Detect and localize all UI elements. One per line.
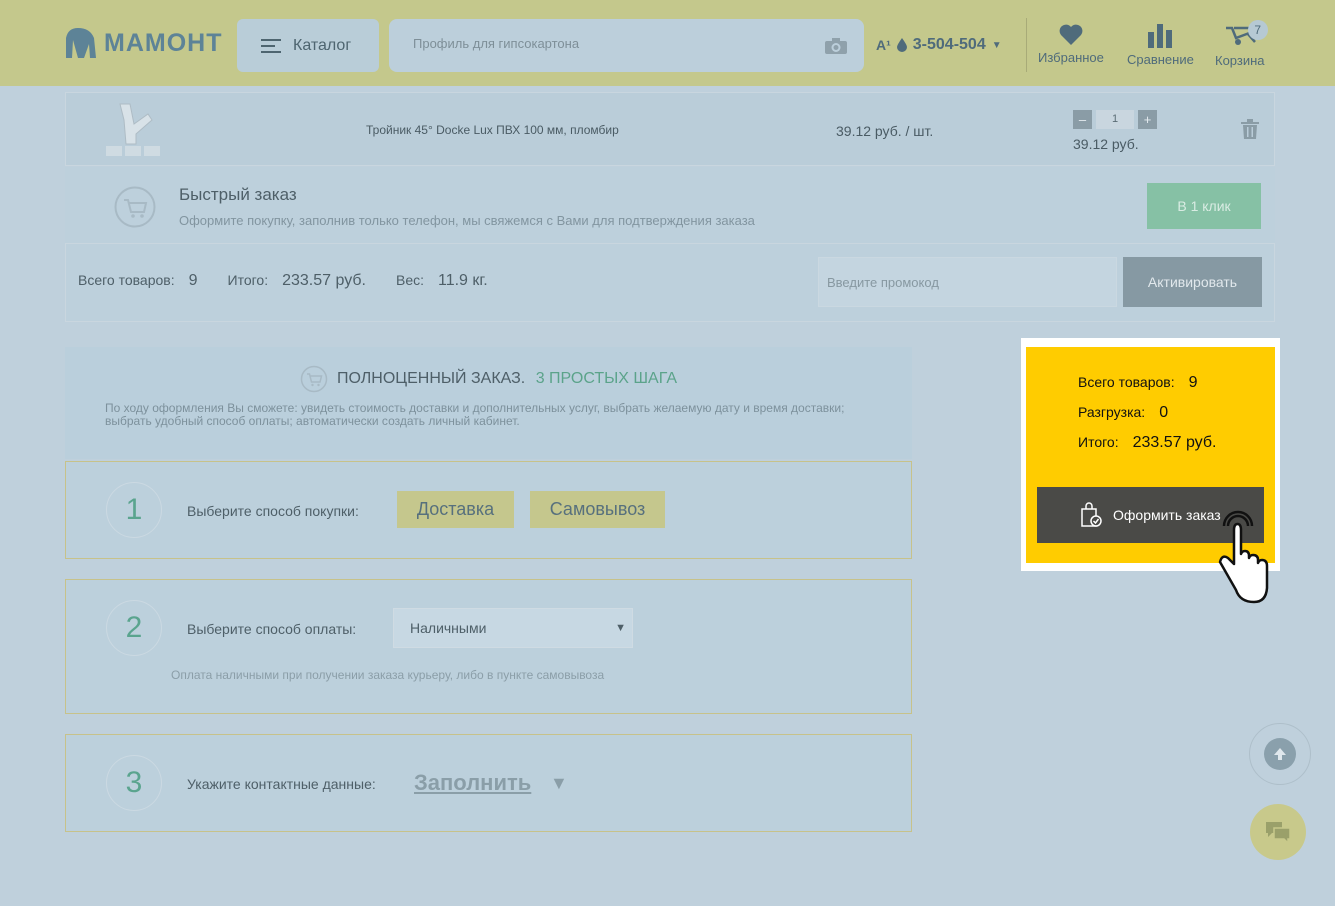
chevron-down-icon: ▼ bbox=[991, 39, 1002, 51]
mammoth-logo-icon bbox=[66, 28, 96, 58]
cart-label: Корзина bbox=[1215, 53, 1265, 68]
step-3-label: Укажите контактные данные: bbox=[187, 776, 376, 792]
catalog-button[interactable]: Каталог bbox=[237, 19, 379, 72]
quick-order-panel bbox=[65, 167, 1275, 243]
quantity-input[interactable]: 1 bbox=[1096, 110, 1134, 129]
promo-code-input[interactable] bbox=[827, 275, 1107, 290]
cart-count-badge: 7 bbox=[1247, 20, 1268, 40]
pickup-option-button[interactable]: Самовывоз bbox=[530, 491, 665, 528]
logo-text: МАМОНТ bbox=[104, 28, 223, 57]
catalog-label: Каталог bbox=[293, 36, 352, 54]
summary-total-label: Итого: bbox=[1078, 434, 1119, 450]
quick-order-subtitle: Оформите покупку, заполнив только телефо… bbox=[179, 213, 755, 228]
compare-label: Сравнение bbox=[1127, 52, 1194, 67]
operator-a1-icon: A¹ bbox=[876, 37, 891, 53]
cart-circle-icon bbox=[300, 365, 328, 393]
phone-number: 3-504-504 bbox=[912, 36, 986, 53]
phone-block[interactable]: A¹ 3-504-504 ▼ bbox=[876, 36, 1002, 54]
full-order-title: ПОЛНОЦЕННЫЙ ЗАКАЗ. 3 ПРОСТЫХ ШАГА bbox=[337, 370, 677, 388]
full-order-title-text: ПОЛНОЦЕННЫЙ ЗАКАЗ. bbox=[337, 370, 526, 387]
step-3-number: 3 bbox=[106, 755, 162, 811]
scroll-to-top-button[interactable] bbox=[1249, 723, 1311, 785]
shopping-bag-check-icon bbox=[1081, 502, 1102, 527]
weight-value: 11.9 кг. bbox=[438, 272, 488, 289]
product-line-total: 39.12 руб. bbox=[1073, 136, 1139, 152]
fill-contacts-link[interactable]: Заполнить bbox=[414, 770, 531, 796]
favorites-label: Избранное bbox=[1038, 50, 1104, 65]
summary-unload-label: Разгрузка: bbox=[1078, 404, 1146, 420]
quick-order-title: Быстрый заказ bbox=[179, 185, 297, 204]
total-value: 233.57 руб. bbox=[282, 272, 366, 289]
cart-link[interactable]: 7 Корзина bbox=[1215, 20, 1268, 68]
decrease-quantity-button[interactable]: – bbox=[1073, 110, 1092, 129]
checkout-label: Оформить заказ bbox=[1113, 507, 1221, 523]
summary-items-label: Всего товаров: bbox=[1078, 374, 1175, 390]
arrow-up-icon bbox=[1264, 738, 1296, 770]
chat-button[interactable] bbox=[1250, 804, 1306, 860]
cart-totals: Всего товаров: 9 Итого: 233.57 руб. Вес:… bbox=[78, 272, 518, 290]
menu-icon bbox=[261, 38, 281, 53]
step-1-number: 1 bbox=[106, 482, 162, 538]
summary-unload-value: 0 bbox=[1159, 404, 1169, 421]
step-1-label: Выберите способ покупки: bbox=[187, 503, 359, 519]
step-2-number: 2 bbox=[106, 600, 162, 656]
camera-icon[interactable] bbox=[824, 37, 848, 55]
promo-code-field bbox=[818, 257, 1117, 307]
payment-note: Оплата наличными при получении заказа ку… bbox=[171, 668, 605, 682]
operator-drop-icon bbox=[896, 38, 907, 52]
trash-icon[interactable] bbox=[1241, 119, 1259, 139]
payment-method-select[interactable]: Наличными ▼ bbox=[393, 608, 633, 648]
site-header: МАМОНТ Каталог A¹ 3-504-504 ▼ Избранное bbox=[0, 0, 1335, 86]
product-name[interactable]: Тройник 45° Docke Lux ПВХ 100 мм, пломби… bbox=[366, 123, 619, 137]
cart-item-row bbox=[65, 92, 1275, 166]
summary-unload-row: Разгрузка: 0 bbox=[1078, 404, 1168, 422]
full-order-description: По ходу оформления Вы сможете: увидеть с… bbox=[105, 401, 845, 428]
chevron-down-icon: ▼ bbox=[615, 622, 626, 634]
full-order-steps-accent: 3 ПРОСТЫХ ШАГА bbox=[535, 370, 677, 387]
payment-method-value: Наличными bbox=[410, 620, 487, 636]
heart-icon bbox=[1059, 24, 1083, 45]
compare-link[interactable]: Сравнение bbox=[1127, 24, 1194, 67]
pointer-hand-icon bbox=[1218, 510, 1269, 604]
expand-arrow-icon[interactable]: ▼ bbox=[550, 773, 568, 794]
product-unit-price: 39.12 руб. / шт. bbox=[836, 123, 934, 139]
items-count-label: Всего товаров: bbox=[78, 272, 175, 288]
summary-total-row: Итого: 233.57 руб. bbox=[1078, 434, 1216, 452]
delivery-option-button[interactable]: Доставка bbox=[397, 491, 514, 528]
items-count-value: 9 bbox=[188, 272, 198, 289]
summary-items-value: 9 bbox=[1188, 374, 1198, 391]
compare-icon bbox=[1148, 24, 1173, 48]
weight-label: Вес: bbox=[395, 272, 424, 288]
search-box bbox=[389, 19, 864, 72]
summary-total-value: 233.57 руб. bbox=[1132, 434, 1217, 451]
product-thumbnail[interactable] bbox=[104, 100, 162, 158]
favorites-link[interactable]: Избранное bbox=[1038, 24, 1104, 65]
one-click-order-button[interactable]: В 1 клик bbox=[1147, 183, 1261, 229]
total-label: Итого: bbox=[227, 272, 269, 288]
summary-items-row: Всего товаров: 9 bbox=[1078, 374, 1198, 392]
increase-quantity-button[interactable]: + bbox=[1138, 110, 1157, 129]
search-input[interactable] bbox=[413, 36, 813, 51]
logo[interactable]: МАМОНТ bbox=[64, 26, 222, 60]
step-2-label: Выберите способ оплаты: bbox=[187, 621, 357, 637]
chat-bubbles-icon bbox=[1266, 822, 1291, 844]
cart-circle-icon bbox=[114, 186, 156, 228]
quantity-stepper: – 1 + bbox=[1073, 110, 1157, 129]
activate-promo-button[interactable]: Активировать bbox=[1123, 257, 1262, 307]
header-divider bbox=[1026, 18, 1027, 72]
